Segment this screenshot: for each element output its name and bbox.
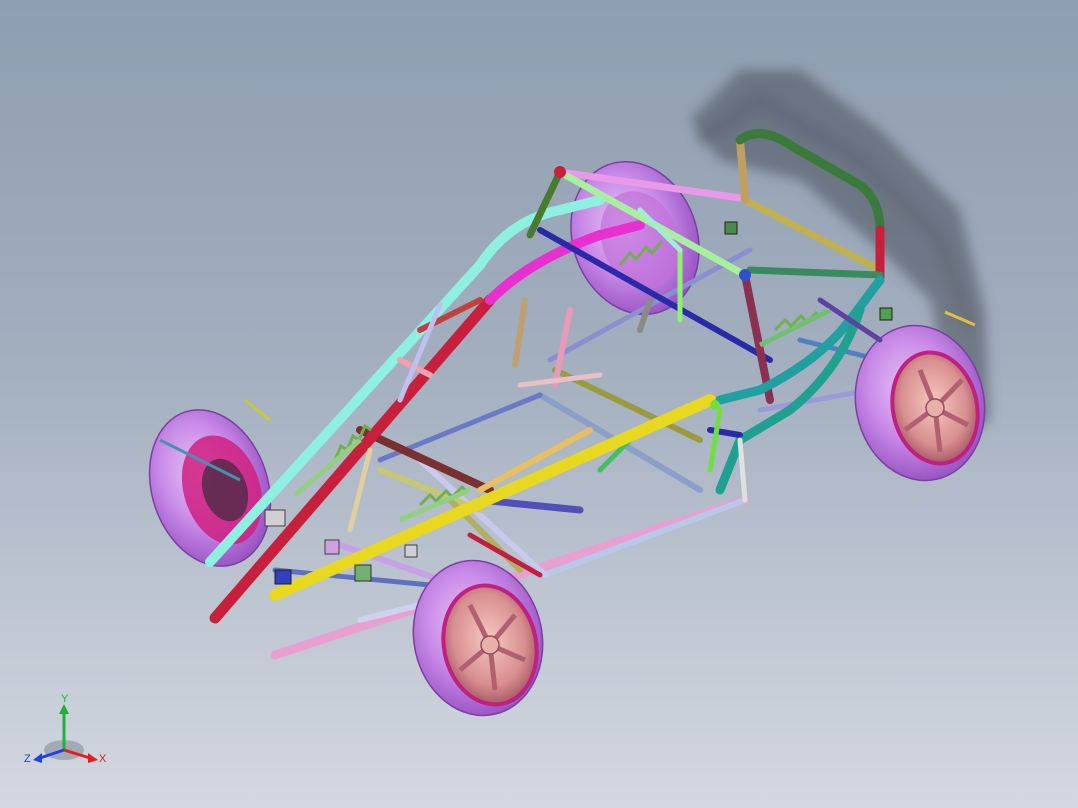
graphics-viewport[interactable] [0,0,1078,808]
frame-upper [205,129,885,624]
x-axis-label: X [99,753,107,765]
frame-lower [270,247,883,660]
y-axis-label: Y [61,693,69,705]
z-axis-label: Z [24,753,31,765]
coordinate-triad: Y X Z [24,693,107,765]
